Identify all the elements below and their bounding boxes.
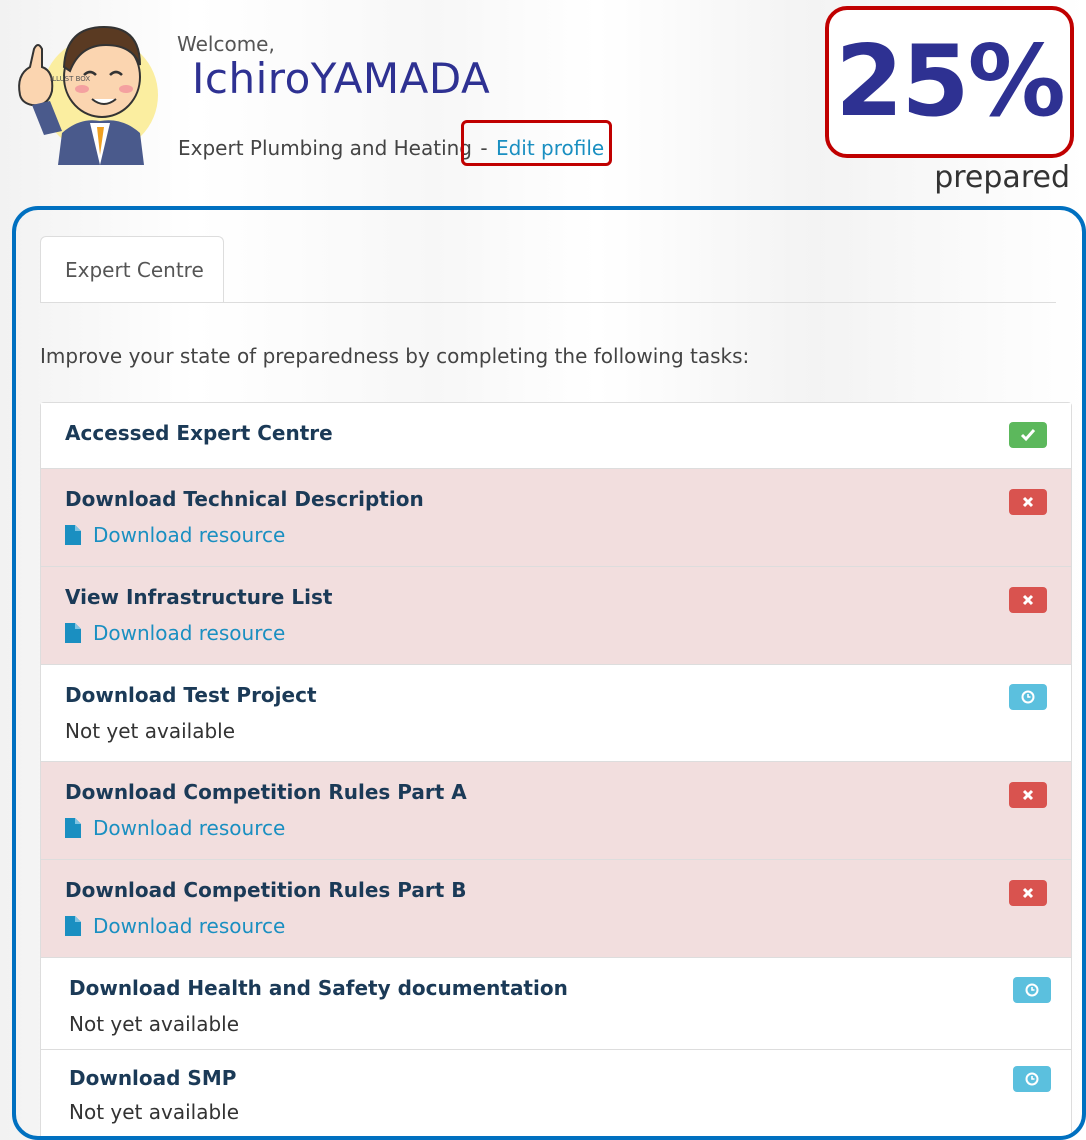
edit-profile-link[interactable]: Edit profile xyxy=(496,136,604,160)
clock-icon xyxy=(1009,684,1047,710)
expert-centre-panel: Expert Centre Improve your state of prep… xyxy=(12,206,1086,1140)
avatar: ILLUST BOX xyxy=(10,5,160,165)
profile-subline: Expert Plumbing and Heating - Edit profi… xyxy=(178,136,604,160)
task-title: Download Test Project xyxy=(65,683,317,707)
task-title: View Infrastructure List xyxy=(65,585,333,609)
preparedness-percent: 25% xyxy=(835,25,1066,139)
expert-role: Expert Plumbing and Heating xyxy=(178,136,473,160)
user-name: IchiroYAMADA xyxy=(192,54,491,103)
task-download-test-project: Download Test Project Not yet available xyxy=(41,664,1071,761)
avatar-watermark: ILLUST BOX xyxy=(50,75,90,83)
download-resource-link[interactable]: Download resource xyxy=(65,621,285,645)
not-available-text: Not yet available xyxy=(65,719,236,743)
file-icon xyxy=(65,916,81,936)
check-icon xyxy=(1009,422,1047,448)
preparedness-percent-box: 25% xyxy=(825,6,1074,158)
tab-expert-centre[interactable]: Expert Centre xyxy=(40,236,224,302)
times-icon xyxy=(1009,880,1047,906)
welcome-label: Welcome, xyxy=(177,32,275,56)
file-icon xyxy=(65,525,81,545)
clock-icon xyxy=(1013,977,1051,1003)
prepared-caption: prepared xyxy=(934,160,1070,195)
task-download-health-and-safety: Download Health and Safety documentation… xyxy=(41,957,1071,1049)
instructions-text: Improve your state of preparedness by co… xyxy=(40,344,750,368)
task-title: Download Competition Rules Part A xyxy=(65,780,467,804)
task-title: Download Competition Rules Part B xyxy=(65,878,467,902)
task-download-competition-rules-part-b: Download Competition Rules Part B Downlo… xyxy=(41,859,1071,957)
not-available-text: Not yet available xyxy=(69,1100,240,1124)
download-resource-link[interactable]: Download resource xyxy=(65,816,285,840)
separator: - xyxy=(480,136,488,160)
clock-icon xyxy=(1013,1066,1051,1092)
file-icon xyxy=(65,623,81,643)
not-available-text: Not yet available xyxy=(69,1012,240,1036)
download-resource-link[interactable]: Download resource xyxy=(65,914,285,938)
task-title: Download Health and Safety documentation xyxy=(69,976,568,1000)
times-icon xyxy=(1009,782,1047,808)
tab-bar: Expert Centre xyxy=(40,234,1056,303)
times-icon xyxy=(1009,489,1047,515)
task-download-technical-description: Download Technical Description Download … xyxy=(41,468,1071,566)
task-download-smp: Download SMP Not yet available xyxy=(41,1049,1071,1136)
task-accessed-expert-centre: Accessed Expert Centre xyxy=(41,403,1071,468)
task-view-infrastructure-list: View Infrastructure List Download resour… xyxy=(41,566,1071,664)
task-title: Download SMP xyxy=(69,1066,237,1090)
file-icon xyxy=(65,818,81,838)
task-download-competition-rules-part-a: Download Competition Rules Part A Downlo… xyxy=(41,761,1071,859)
task-title: Accessed Expert Centre xyxy=(65,421,333,445)
download-resource-link[interactable]: Download resource xyxy=(65,523,285,547)
times-icon xyxy=(1009,587,1047,613)
task-list: Accessed Expert Centre Download Technica… xyxy=(40,402,1072,1136)
task-title: Download Technical Description xyxy=(65,487,424,511)
